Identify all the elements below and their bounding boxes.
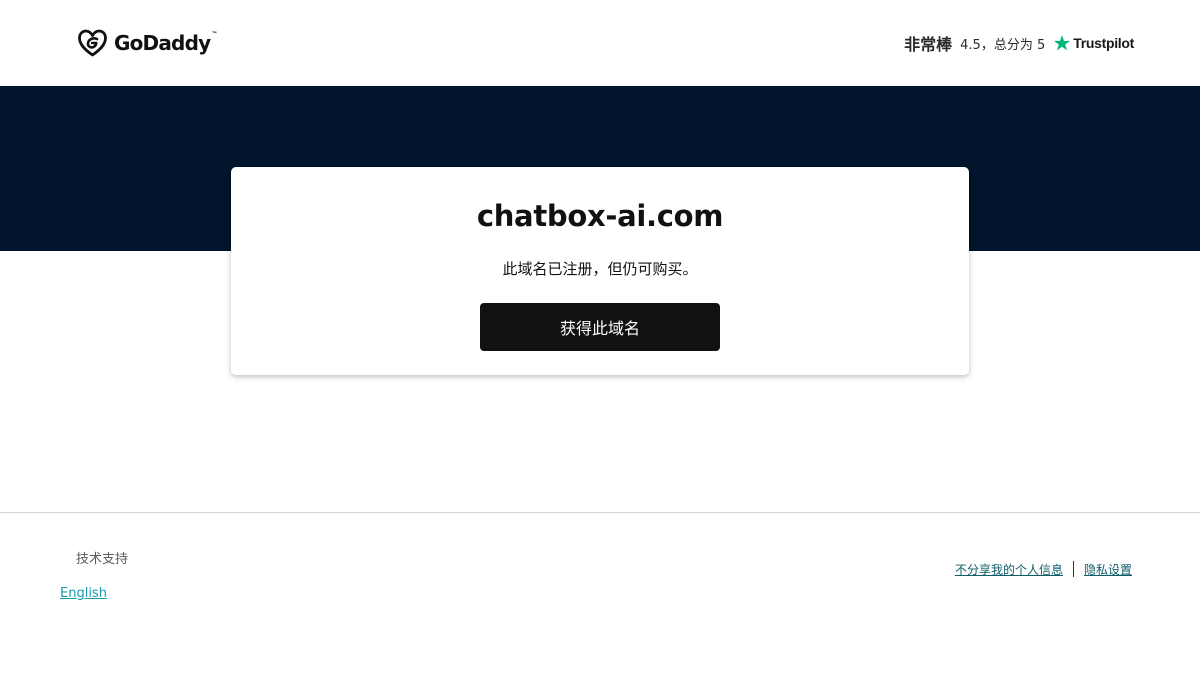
domain-card: chatbox-ai.com 此域名已注册，但仍可购买。 获得此域名 [231,167,969,375]
legal-separator [1072,561,1074,577]
page: GoDaddy™ 非常棒 4.5，总分为 5 Trustpilot chatbo… [0,0,1200,675]
domain-status-text: 此域名已注册，但仍可购买。 [502,260,698,278]
site-header: GoDaddy™ 非常棒 4.5，总分为 5 Trustpilot [0,0,1200,86]
footer-divider [0,512,1200,513]
trustpilot-brand: Trustpilot [1073,35,1134,51]
godaddy-heart-logo-icon [78,29,107,57]
trustpilot-star-icon [1054,35,1071,51]
trustpilot-rating[interactable]: 非常棒 4.5，总分为 5 Trustpilot [904,31,1134,55]
get-domain-button[interactable]: 获得此域名 [480,303,720,351]
legal-links: 不分享我的个人信息 隐私设置 [955,560,1132,578]
do-not-share-link[interactable]: 不分享我的个人信息 [955,561,1063,578]
rating-word: 非常棒 [904,35,953,54]
domain-name: chatbox-ai.com [476,199,724,233]
privacy-settings-link[interactable]: 隐私设置 [1084,561,1132,578]
logo-wordmark: GoDaddy™ [114,31,217,55]
language-link[interactable]: English [60,586,107,601]
godaddy-logo[interactable]: GoDaddy™ [77,28,217,58]
rating-score: 4.5，总分为 5 [960,37,1046,53]
support-link[interactable]: 技术支持 [76,548,128,567]
